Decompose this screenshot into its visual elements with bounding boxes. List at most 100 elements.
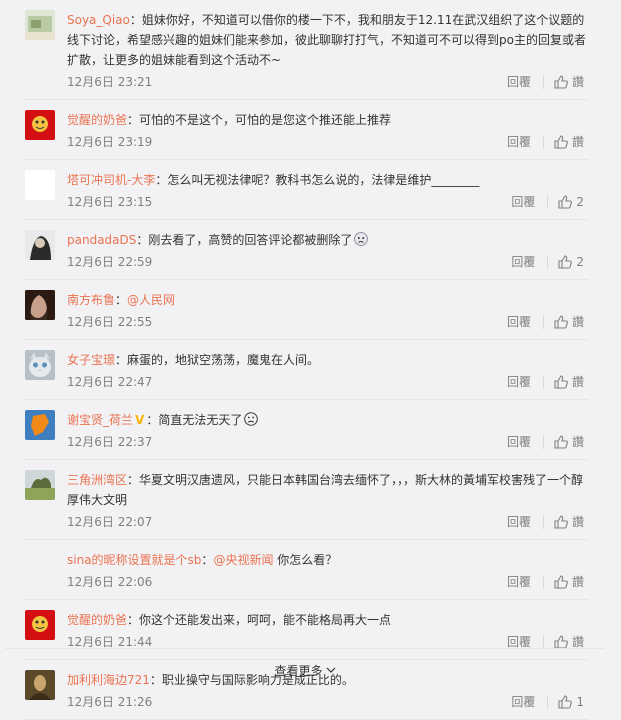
like-button[interactable]: 讚: [554, 571, 584, 593]
comment-item: 谢宝贤_荷兰 V ：简直无法无天了 12月6日 22:37 回覆 讚: [22, 400, 588, 460]
like-count: 2: [576, 255, 584, 269]
like-button[interactable]: 讚: [554, 131, 584, 153]
avatar[interactable]: [25, 610, 55, 640]
comment-user[interactable]: 三角洲湾区: [67, 473, 127, 487]
like-button[interactable]: 2: [558, 251, 584, 273]
like-button[interactable]: 讚: [554, 511, 584, 533]
comment-user[interactable]: pandadaDS: [67, 233, 136, 247]
reply-button[interactable]: 回覆: [507, 575, 544, 589]
comment-item: 觉醒的奶爸：可怕的不是这个，可怕的是您这个推还能上推荐 12月6日 23:19 …: [22, 100, 588, 160]
comment-time: 12月6日 22:55: [67, 315, 153, 329]
like-button[interactable]: 讚: [554, 431, 584, 453]
thumbs-up-icon: [554, 75, 568, 89]
avatar[interactable]: [25, 110, 55, 140]
comment-item: 塔可冲司机-大李：怎么叫无视法律呢？教科书怎么说的，法律是维护________ …: [22, 160, 588, 220]
comment-content: 怎么叫无视法律呢？教科书怎么说的，法律是维护________: [167, 173, 480, 187]
reply-button[interactable]: 回覆: [507, 135, 544, 149]
comment-text: 女子宝璟：麻蛋的，地狱空荡荡，魔鬼在人间。: [67, 350, 588, 370]
comment-time: 12月6日 22:37: [67, 435, 153, 449]
comment-text: 三角洲湾区：华夏文明汉唐遗风，只能日本韩国台湾去缅怀了，，，斯大林的黃埔军校害残…: [67, 470, 588, 510]
thumbs-up-icon: [554, 635, 568, 649]
like-count: 讚: [571, 575, 584, 589]
comment-user[interactable]: 觉醒的奶爸: [67, 113, 127, 127]
mention-link[interactable]: @人民网: [127, 293, 175, 307]
crying-face-emoji-icon: [354, 232, 369, 246]
comment-list: Soya_Qiao：姐妹你好，不知道可以借你的楼一下不，我和朋友于12.11在武…: [5, 0, 605, 720]
separator: ：: [127, 113, 140, 127]
separator: ：: [127, 613, 140, 627]
thumbs-up-icon: [558, 695, 573, 709]
separator: ：: [136, 233, 149, 247]
reply-button[interactable]: 回覆: [511, 195, 549, 209]
reply-button[interactable]: 回覆: [511, 255, 549, 269]
reply-button[interactable]: 回覆: [507, 375, 544, 389]
like-count: 讚: [571, 515, 584, 529]
like-button[interactable]: 讚: [554, 371, 584, 393]
like-count: 讚: [571, 315, 584, 329]
avatar[interactable]: [25, 410, 55, 440]
like-button[interactable]: 1: [558, 691, 584, 713]
comment-time: 12月6日 23:19: [67, 135, 153, 149]
comment-content: 华夏文明汉唐遗风，只能日本韩国台湾去缅怀了，，，斯大林的黃埔军校害残了一个醇厚伟…: [67, 473, 584, 507]
thumbs-up-icon: [554, 575, 568, 589]
view-more-button[interactable]: 查看更多: [5, 648, 605, 691]
reply-button[interactable]: 回覆: [507, 435, 544, 449]
comment-user[interactable]: 南方布鲁: [67, 293, 115, 307]
separator: ：: [115, 353, 128, 367]
avatar[interactable]: [25, 230, 55, 260]
thumbs-up-icon: [554, 435, 568, 449]
avatar[interactable]: [25, 10, 55, 40]
comment-content: 你怎么看？: [273, 553, 338, 567]
reply-button[interactable]: 回覆: [507, 515, 544, 529]
comment-user[interactable]: 觉醒的奶爸: [67, 613, 127, 627]
comment-time: 12月6日 23:21: [67, 75, 153, 89]
comment-user[interactable]: sina的昵称设置就是个sb: [67, 553, 201, 567]
comment-time: 12月6日 22:07: [67, 515, 153, 529]
comment-user[interactable]: Soya_Qiao: [67, 13, 130, 27]
chevron-down-icon: [326, 667, 335, 673]
reply-button[interactable]: 回覆: [511, 695, 549, 709]
separator: ：: [146, 413, 159, 427]
comment-user[interactable]: 塔可冲司机-大李: [67, 173, 155, 187]
like-button[interactable]: 讚: [554, 311, 584, 333]
reply-button[interactable]: 回覆: [507, 75, 544, 89]
comment-text: Soya_Qiao：姐妹你好，不知道可以借你的楼一下不，我和朋友于12.11在武…: [67, 10, 588, 70]
reply-button[interactable]: 回覆: [507, 315, 544, 329]
like-count: 讚: [571, 375, 584, 389]
comment-time: 12月6日 22:47: [67, 375, 153, 389]
avatar[interactable]: [25, 350, 55, 380]
comment-text: 塔可冲司机-大李：怎么叫无视法律呢？教科书怎么说的，法律是维护________: [67, 170, 588, 190]
view-more-label: 查看更多: [274, 663, 323, 678]
avatar[interactable]: [25, 290, 55, 320]
comment-time: 12月6日 21:26: [67, 695, 153, 709]
separator: ：: [115, 293, 128, 307]
comment-panel: Soya_Qiao：姐妹你好，不知道可以借你的楼一下不，我和朋友于12.11在武…: [5, 0, 605, 720]
comment-item: Soya_Qiao：姐妹你好，不知道可以借你的楼一下不，我和朋友于12.11在武…: [22, 0, 588, 100]
comment-item: 南方布鲁：@人民网 12月6日 22:55 回覆 讚: [22, 280, 588, 340]
reply-button[interactable]: 回覆: [507, 635, 544, 649]
comment-user[interactable]: 谢宝贤_荷兰: [67, 413, 133, 427]
thumbs-up-icon: [558, 195, 573, 209]
like-count: 讚: [571, 435, 584, 449]
thumbs-up-icon: [554, 135, 568, 149]
like-button[interactable]: 2: [558, 191, 584, 213]
comment-content: 你这个还能发出来，呵呵，能不能格局再大一点: [139, 613, 392, 627]
mention-link[interactable]: @央视新闻: [213, 553, 273, 567]
comment-user[interactable]: 女子宝璟: [67, 353, 115, 367]
comment-content: 简直无法无天了: [158, 413, 243, 427]
thumbs-up-icon: [554, 515, 568, 529]
like-count: 2: [576, 195, 584, 209]
avatar[interactable]: [25, 550, 55, 580]
comment-time: 12月6日 23:15: [67, 195, 153, 209]
like-button[interactable]: 讚: [554, 71, 584, 93]
thumbs-up-icon: [558, 255, 573, 269]
like-count: 讚: [571, 75, 584, 89]
like-count: 讚: [571, 135, 584, 149]
comment-text: 谢宝贤_荷兰 V ：简直无法无天了: [67, 410, 588, 430]
sad-face-emoji-icon: [244, 412, 259, 426]
comment-content: 可怕的不是这个，可怕的是您这个推还能上推荐: [139, 113, 392, 127]
like-count: 1: [576, 695, 584, 709]
avatar[interactable]: [25, 470, 55, 500]
avatar[interactable]: [25, 170, 55, 200]
comment-text: 觉醒的奶爸：你这个还能发出来，呵呵，能不能格局再大一点: [67, 610, 588, 630]
